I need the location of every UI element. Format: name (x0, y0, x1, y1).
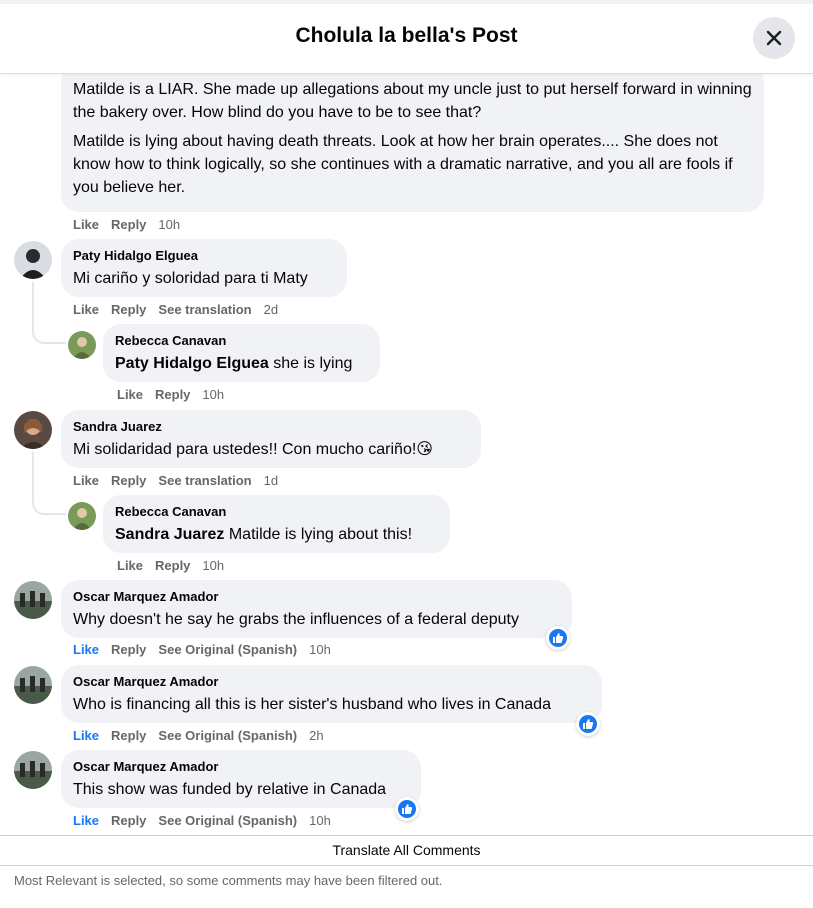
comment-bubble: Oscar Marquez Amador Why doesn't he say … (61, 580, 572, 638)
post-dialog: Cholula la bella's Post Matilde is a LIA… (0, 0, 813, 908)
see-translation-link[interactable]: See translation (158, 473, 251, 488)
comment-timestamp[interactable]: 1d (264, 473, 278, 488)
comment-actions: Like Reply See Original (Spanish) 10h (73, 642, 343, 658)
avatar[interactable] (68, 331, 96, 359)
comment-actions: Like Reply 10h (117, 387, 236, 403)
thread-connector (32, 282, 66, 344)
comment-timestamp[interactable]: 10h (309, 642, 331, 657)
reply-button[interactable]: Reply (111, 473, 146, 488)
comment-text: Sandra Juarez Matilde is lying about thi… (115, 526, 413, 543)
thread-connector (32, 452, 66, 515)
comment-author[interactable]: Oscar Marquez Amador (73, 758, 409, 775)
comment-author[interactable]: Oscar Marquez Amador (73, 588, 560, 605)
reply-bubble: Rebecca Canavan Paty Hidalgo Elguea she … (103, 324, 380, 382)
avatar[interactable] (14, 411, 52, 449)
translate-all-comments-button[interactable]: Translate All Comments (0, 835, 813, 866)
like-button[interactable]: Like (73, 642, 99, 657)
like-button[interactable]: Like (117, 387, 143, 402)
avatar[interactable] (14, 241, 52, 279)
comment-timestamp[interactable]: 10h (158, 217, 180, 232)
like-button[interactable]: Like (73, 728, 99, 743)
comment-text: Matilde is a LIAR. She made up allegatio… (73, 81, 752, 121)
reaction-badge[interactable] (395, 797, 419, 821)
close-icon (766, 30, 782, 46)
dialog-title: Cholula la bella's Post (295, 24, 518, 47)
avatar[interactable] (14, 666, 52, 704)
like-button[interactable]: Like (73, 813, 99, 828)
like-button[interactable]: Like (73, 302, 99, 317)
comment-text: Paty Hidalgo Elguea she is lying (115, 355, 353, 372)
thumbs-up-icon (553, 633, 564, 643)
avatar[interactable] (14, 751, 52, 789)
comment-author[interactable]: Paty Hidalgo Elguea (73, 247, 335, 264)
see-original-link[interactable]: See Original (Spanish) (158, 813, 297, 828)
mention-link[interactable]: Paty Hidalgo Elguea (115, 355, 269, 372)
comment-timestamp[interactable]: 10h (309, 813, 331, 828)
comment-actions: Like Reply 10h (73, 217, 192, 233)
close-button[interactable] (753, 17, 795, 59)
reply-button[interactable]: Reply (155, 558, 190, 573)
comment-timestamp[interactable]: 10h (202, 387, 224, 402)
reply-button[interactable]: Reply (155, 387, 190, 402)
comment-bubble: Oscar Marquez Amador This show was funde… (61, 750, 421, 808)
reaction-badge[interactable] (576, 712, 600, 736)
see-translation-link[interactable]: See translation (158, 302, 251, 317)
comment-actions: Like Reply See Original (Spanish) 10h (73, 813, 343, 829)
avatar[interactable] (68, 502, 96, 530)
comment-bubble: Sandra Juarez Mi solidaridad para ustede… (61, 410, 481, 468)
comment-author[interactable]: Oscar Marquez Amador (73, 673, 590, 690)
see-original-link[interactable]: See Original (Spanish) (158, 642, 297, 657)
comment-author[interactable]: Rebecca Canavan (115, 503, 438, 520)
comment-text: Matilde is lying about having death thre… (73, 133, 733, 196)
mention-link[interactable]: Sandra Juarez (115, 526, 224, 543)
comment-author[interactable]: Rebecca Canavan (115, 332, 368, 349)
comment-text: This show was funded by relative in Cana… (73, 781, 387, 798)
reaction-badge[interactable] (546, 626, 570, 650)
comment-text: Mi cariño y soloridad para ti Maty (73, 270, 308, 287)
comment-actions: Like Reply 10h (117, 558, 236, 574)
comment-bubble: Oscar Marquez Amador Who is financing al… (61, 665, 602, 723)
dialog-header: Cholula la bella's Post (0, 0, 813, 74)
reply-button[interactable]: Reply (111, 642, 146, 657)
like-button[interactable]: Like (73, 217, 99, 232)
like-button[interactable]: Like (117, 558, 143, 573)
thumbs-up-icon (402, 804, 413, 814)
comment-timestamp[interactable]: 2d (264, 302, 278, 317)
comment-author[interactable]: Sandra Juarez (73, 418, 469, 435)
like-button[interactable]: Like (73, 473, 99, 488)
reply-button[interactable]: Reply (111, 217, 146, 232)
comment-text: Mi solidaridad para ustedes!! Con mucho … (73, 441, 433, 458)
filter-notice: Most Relevant is selected, so some comme… (14, 873, 443, 888)
reply-button[interactable]: Reply (111, 728, 146, 743)
comment-bubble: Matilde is a LIAR. She made up allegatio… (61, 74, 764, 212)
comment-text: Who is financing all this is her sister'… (73, 696, 551, 713)
reply-button[interactable]: Reply (111, 813, 146, 828)
reply-button[interactable]: Reply (111, 302, 146, 317)
comment-timestamp[interactable]: 2h (309, 728, 323, 743)
comment-actions: Like Reply See translation 1d (73, 473, 290, 489)
avatar[interactable] (14, 581, 52, 619)
see-original-link[interactable]: See Original (Spanish) (158, 728, 297, 743)
comment-actions: Like Reply See Original (Spanish) 2h (73, 728, 336, 744)
background-sliver (0, 0, 813, 4)
thumbs-up-icon (583, 719, 594, 729)
comment-bubble: Paty Hidalgo Elguea Mi cariño y solorida… (61, 239, 347, 297)
comment-timestamp[interactable]: 10h (202, 558, 224, 573)
comments-list[interactable]: Matilde is a LIAR. She made up allegatio… (0, 74, 813, 835)
comment-text: Why doesn't he say he grabs the influenc… (73, 611, 519, 628)
comment-actions: Like Reply See translation 2d (73, 302, 290, 318)
reply-bubble: Rebecca Canavan Sandra Juarez Matilde is… (103, 495, 450, 553)
